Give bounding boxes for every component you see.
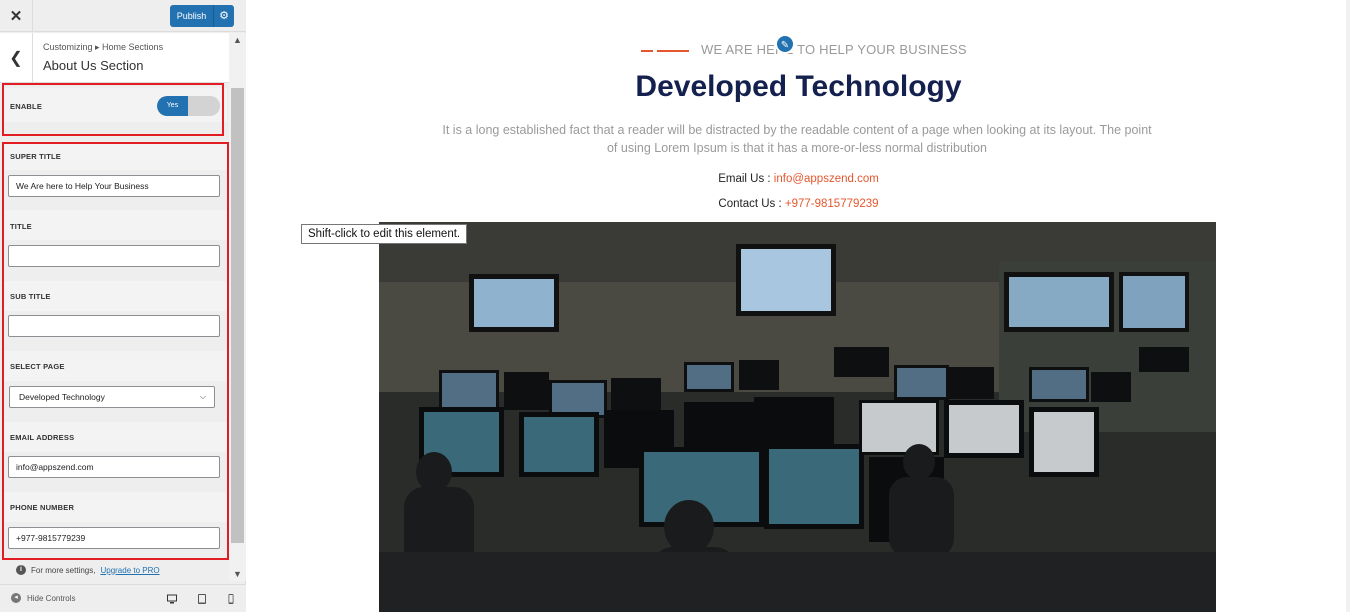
desktop-icon[interactable] xyxy=(166,593,178,605)
collapse-icon: ◂ xyxy=(11,593,21,603)
pro-note-text: For more settings, xyxy=(31,565,96,575)
control-room-photo[interactable] xyxy=(379,222,1216,612)
upgrade-pro-link[interactable]: Upgrade to PRO xyxy=(100,566,159,575)
breadcrumb: Customizing ▸ Home Sections xyxy=(43,42,164,52)
preview-super-title[interactable]: WE ARE HERE TO HELP YOUR BUSINESS xyxy=(701,42,967,57)
scroll-thumb[interactable] xyxy=(231,88,244,543)
title-dashes xyxy=(641,50,689,52)
highlight-box-enable xyxy=(2,83,224,136)
section-header: ❮ Customizing ▸ Home Sections About Us S… xyxy=(0,33,230,83)
hide-controls-label: Hide Controls xyxy=(27,593,76,603)
section-title: About Us Section xyxy=(43,58,144,73)
contact-us-label: Contact Us : xyxy=(718,198,782,210)
scroll-down-icon[interactable]: ▼ xyxy=(229,567,246,581)
customizer-footer: ◂ Hide Controls xyxy=(0,584,246,612)
edit-tooltip: Shift-click to edit this element. xyxy=(301,224,468,244)
customizer-topbar: ✕ Publish ⚙ xyxy=(0,0,246,32)
hide-controls-button[interactable]: ◂ Hide Controls xyxy=(11,593,75,603)
sidebar-scrollbar[interactable]: ▲ ▼ xyxy=(229,33,246,581)
back-icon[interactable]: ❮ xyxy=(0,33,33,83)
customizer-sidebar: ✕ Publish ⚙ ❮ Customizing ▸ Home Section… xyxy=(0,0,246,612)
info-icon: i xyxy=(16,565,26,575)
edit-pencil-icon[interactable]: ✎ xyxy=(775,34,795,54)
preview-description[interactable]: It is a long established fact that a rea… xyxy=(442,121,1152,157)
site-preview: WE ARE HERE TO HELP YOUR BUSINESS ✎ Deve… xyxy=(247,0,1350,612)
email-us-label: Email Us : xyxy=(718,173,771,185)
gear-icon[interactable]: ⚙ xyxy=(214,5,234,27)
publish-button[interactable]: Publish ⚙ xyxy=(170,5,234,27)
email-line[interactable]: Email Us : info@appszend.com xyxy=(247,173,1350,185)
email-link[interactable]: info@appszend.com xyxy=(774,173,879,185)
preview-title[interactable]: Developed Technology xyxy=(247,70,1350,104)
publish-label[interactable]: Publish xyxy=(170,5,214,27)
preview-scrollbar[interactable] xyxy=(1346,0,1350,612)
phone-line[interactable]: Contact Us : +977-9815779239 xyxy=(247,198,1350,210)
pro-note: i For more settings, Upgrade to PRO xyxy=(16,565,160,575)
highlight-box-fields xyxy=(2,142,229,560)
phone-link[interactable]: +977-9815779239 xyxy=(785,198,879,210)
mobile-icon[interactable] xyxy=(225,593,237,605)
tablet-icon[interactable] xyxy=(196,593,208,605)
close-icon[interactable]: ✕ xyxy=(0,0,33,32)
scroll-up-icon[interactable]: ▲ xyxy=(229,33,246,47)
